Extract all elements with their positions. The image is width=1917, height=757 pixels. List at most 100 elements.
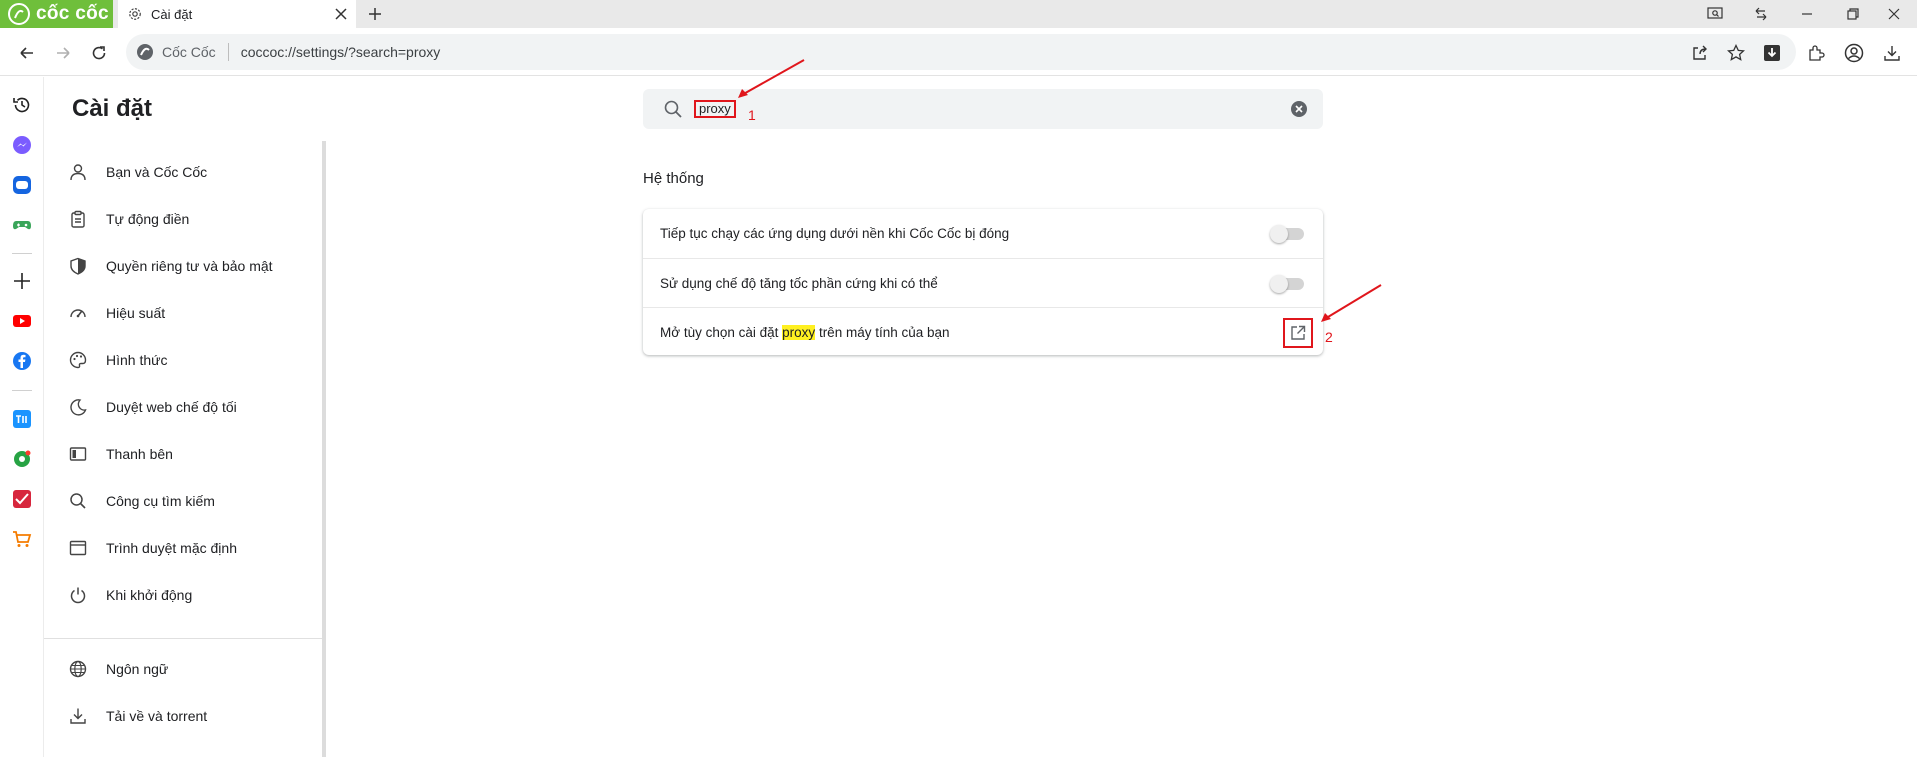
bookmark-star-icon[interactable]: [1724, 41, 1748, 65]
setting-label: Mở tùy chọn cài đặt proxy trên máy tính …: [660, 324, 950, 340]
nav-item-downloads-torrent[interactable]: Tải về và torrent: [68, 701, 318, 731]
annotation-label-1: 1: [748, 107, 756, 123]
annotation-arrow-2: [1321, 284, 1382, 322]
game-controller-icon[interactable]: [11, 214, 33, 236]
address-divider: [227, 43, 229, 61]
nav-item-label: Tải về và torrent: [106, 708, 208, 724]
gear-icon: [128, 7, 142, 21]
nav-item-privacy-security[interactable]: Quyền riêng tư và bảo mật: [68, 251, 318, 281]
shopping-cart-icon[interactable]: [11, 528, 33, 550]
share-icon[interactable]: [1688, 41, 1712, 65]
coccoc-logo-icon: [8, 3, 30, 25]
clipboard-icon: [68, 209, 88, 229]
nav-item-label: Ngôn ngữ: [106, 661, 169, 677]
rail-divider: [12, 390, 32, 391]
nav-item-dark-mode[interactable]: Duyệt web chế độ tối: [68, 392, 318, 422]
close-window-button[interactable]: [1871, 0, 1917, 28]
nav-item-label: Khi khởi động: [106, 587, 193, 603]
nav-item-default-browser[interactable]: Trình duyệt mặc định: [68, 533, 318, 563]
speedometer-icon: [68, 303, 88, 323]
page-title: Cài đặt: [72, 95, 153, 122]
forward-button[interactable]: [51, 41, 75, 65]
nav-item-autofill[interactable]: Tự động điền: [68, 204, 318, 234]
nav-item-label: Hiệu suất: [106, 305, 166, 321]
person-icon: [68, 162, 88, 182]
nav-item-label: Công cụ tìm kiếm: [106, 493, 215, 509]
coccoc-site-icon: [136, 43, 154, 61]
nav-item-label: Quyền riêng tư và bảo mật: [106, 258, 273, 274]
rail-divider: [12, 253, 32, 254]
settings-nav: Cài đặt Bạn và Cốc Cốc Tự động điền Quyề…: [44, 77, 326, 757]
annotation-label-2: 2: [1325, 329, 1333, 345]
search-highlight: proxy: [782, 324, 816, 340]
address-bar[interactable]: Cốc Cốc coccoc://settings/?search=proxy: [126, 34, 1796, 70]
system-settings-card: Tiếp tục chạy các ứng dụng dưới nền khi …: [643, 209, 1323, 355]
section-title-system: Hệ thống: [643, 170, 704, 187]
power-icon: [68, 585, 88, 605]
extensions-icon[interactable]: [1804, 41, 1828, 65]
nav-item-label: Hình thức: [106, 352, 168, 368]
external-link-icon: [1290, 325, 1306, 341]
search-icon: [68, 491, 88, 511]
football-app-icon[interactable]: [11, 448, 33, 470]
minimize-button[interactable]: [1784, 0, 1830, 28]
brand-name: cốc cốc: [36, 3, 109, 24]
zalo-icon[interactable]: [11, 174, 33, 196]
coccoc-logo[interactable]: cốc cốc: [0, 0, 113, 28]
download-icon: [68, 706, 88, 726]
youtube-icon[interactable]: [11, 310, 33, 332]
tab-settings[interactable]: Cài đặt: [118, 0, 356, 28]
browser-window-icon: [68, 538, 88, 558]
hardware-acceleration-toggle[interactable]: [1270, 275, 1306, 293]
url-text[interactable]: coccoc://settings/?search=proxy: [241, 44, 441, 60]
reload-button[interactable]: [87, 41, 111, 65]
history-back-forward-icon[interactable]: [1738, 0, 1784, 28]
nav-divider: [44, 638, 322, 639]
palette-icon: [68, 350, 88, 370]
messenger-icon[interactable]: [11, 134, 33, 156]
profile-icon[interactable]: [1842, 41, 1866, 65]
facebook-icon[interactable]: [11, 350, 33, 372]
setting-row-proxy-settings[interactable]: Mở tùy chọn cài đặt proxy trên máy tính …: [643, 307, 1323, 356]
history-icon[interactable]: [11, 94, 33, 116]
tiki-icon[interactable]: [11, 408, 33, 430]
savior-download-icon[interactable]: [1760, 41, 1784, 65]
nav-scrollbar[interactable]: [322, 141, 326, 757]
setting-label: Tiếp tục chạy các ứng dụng dưới nền khi …: [660, 226, 1010, 241]
search-input[interactable]: proxy: [694, 100, 736, 118]
search-tabs-icon[interactable]: [1692, 0, 1738, 28]
add-app-icon[interactable]: [11, 270, 33, 292]
nav-item-languages[interactable]: Ngôn ngữ: [68, 654, 318, 684]
app-sidebar: [0, 77, 44, 757]
nav-item-label: Duyệt web chế độ tối: [106, 399, 237, 415]
nav-item-label: Thanh bên: [106, 446, 173, 462]
downloads-icon[interactable]: [1880, 41, 1904, 65]
setting-row-background-apps[interactable]: Tiếp tục chạy các ứng dụng dưới nền khi …: [643, 209, 1323, 258]
todo-app-icon[interactable]: [11, 488, 33, 510]
setting-row-hardware-acceleration[interactable]: Sử dụng chế độ tăng tốc phần cứng khi có…: [643, 258, 1323, 307]
nav-item-appearance[interactable]: Hình thức: [68, 345, 318, 375]
nav-item-sidebar[interactable]: Thanh bên: [68, 439, 318, 469]
nav-item-performance[interactable]: Hiệu suất: [68, 298, 318, 328]
tab-close-icon[interactable]: [330, 3, 352, 25]
moon-icon: [68, 397, 88, 417]
title-bar: cốc cốc Cài đặt: [0, 0, 1917, 28]
globe-icon: [68, 659, 88, 679]
nav-item-search-engine[interactable]: Công cụ tìm kiếm: [68, 486, 318, 516]
nav-item-on-startup[interactable]: Khi khởi động: [68, 580, 318, 610]
new-tab-button[interactable]: [364, 3, 386, 25]
clear-search-icon[interactable]: [1290, 100, 1308, 118]
sidebar-icon: [68, 444, 88, 464]
search-icon: [663, 99, 683, 119]
nav-item-you-and-coccoc[interactable]: Bạn và Cốc Cốc: [68, 157, 318, 187]
tab-title: Cài đặt: [151, 6, 193, 22]
restore-button[interactable]: [1830, 0, 1876, 28]
background-apps-toggle[interactable]: [1270, 225, 1306, 243]
nav-item-label: Tự động điền: [106, 211, 190, 227]
site-label: Cốc Cốc: [162, 44, 216, 60]
annotation-arrow-1: [738, 59, 805, 98]
open-proxy-settings-button[interactable]: [1283, 318, 1313, 348]
back-button[interactable]: [15, 41, 39, 65]
nav-item-label: Trình duyệt mặc định: [106, 540, 237, 556]
shield-icon: [68, 256, 88, 276]
